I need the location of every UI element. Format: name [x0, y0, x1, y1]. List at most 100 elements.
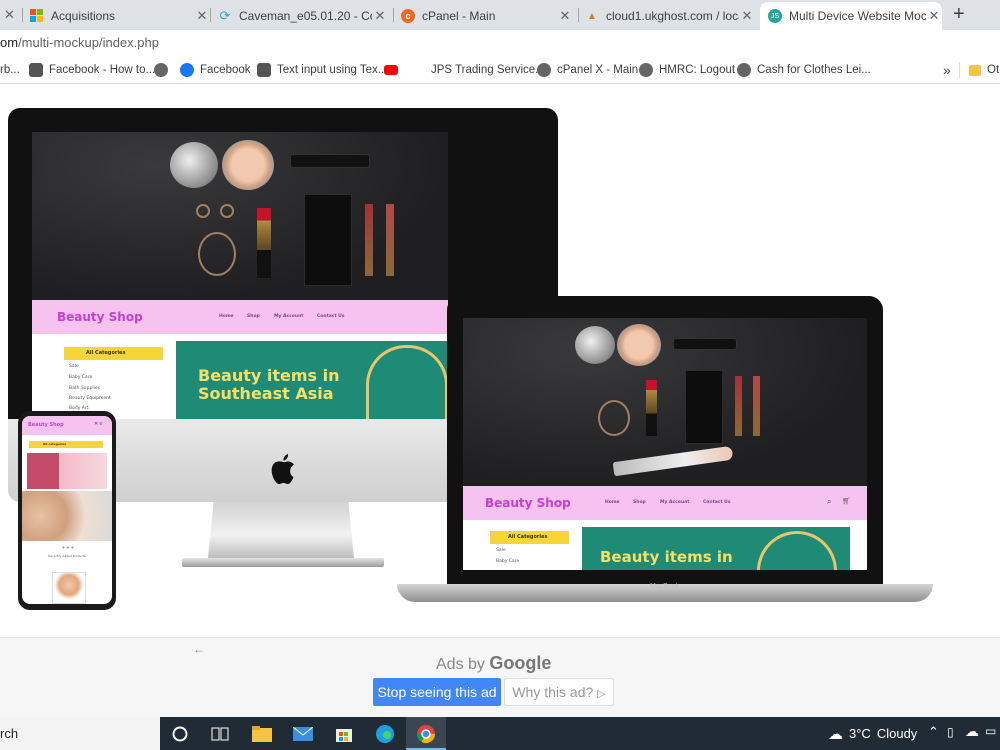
device-icon[interactable]: ▯: [947, 725, 954, 739]
macbook-screen: Beauty Shop Home Shop My Account Contact…: [463, 318, 867, 570]
all-categories-label: All categories: [43, 442, 67, 446]
eyeshadow-image: [304, 194, 352, 286]
weather-temp: 3°C: [849, 726, 871, 741]
bookmark-item[interactable]: Facebook: [180, 62, 251, 78]
close-icon[interactable]: ✕: [372, 8, 388, 24]
cloud-icon: ☁: [828, 725, 843, 743]
new-tab-icon[interactable]: +: [953, 3, 965, 26]
weather-widget[interactable]: ☁ 3°C Cloudy: [828, 717, 917, 750]
cortana-icon[interactable]: [168, 722, 192, 746]
stop-seeing-ad-button[interactable]: Stop seeing this ad: [373, 678, 501, 706]
nav-contact: Contact Us: [317, 314, 345, 319]
hero-image: [32, 132, 448, 300]
other-bookmarks[interactable]: Ot: [969, 62, 999, 78]
compact-mirror-image: [170, 142, 218, 188]
bookmark-item[interactable]: [384, 62, 404, 78]
onedrive-icon[interactable]: ☁: [965, 723, 979, 740]
bookmark-item[interactable]: [154, 62, 174, 78]
ad-footer: ← Ads by Google Stop seeing this ad Why …: [0, 637, 1000, 717]
bookmark-item[interactable]: cPanel X - Main: [537, 62, 638, 78]
task-view-icon[interactable]: [208, 722, 232, 746]
category-item: Baby Care: [69, 375, 93, 380]
edge-icon[interactable]: [373, 722, 397, 746]
bookmark-item[interactable]: Cash for Clothes Lei...: [737, 62, 871, 78]
tray-chevron-icon[interactable]: ⌃: [928, 724, 939, 740]
apple-logo-icon: [268, 452, 298, 486]
mail-icon[interactable]: [291, 722, 315, 746]
category-item: Baby Care: [496, 559, 520, 564]
youtube-icon: [384, 65, 398, 75]
all-categories-label: All Categories: [508, 534, 548, 540]
site-title: Beauty Shop: [28, 422, 64, 428]
bookmarks-bar: rb... Facebook - How to... Facebook Text…: [0, 56, 1000, 84]
bookmark-item[interactable]: Text input using Tex...: [257, 62, 387, 78]
bookmark-item[interactable]: rb...: [0, 62, 20, 78]
bookmark-label: JPS Trading Service...: [431, 64, 545, 76]
nav-account: My Account: [660, 500, 690, 505]
close-icon[interactable]: ✕: [739, 8, 755, 24]
button-label: Stop seeing this ad: [377, 684, 497, 700]
banner-line: Beauty items in: [198, 366, 340, 385]
chevron-double-icon: »: [943, 62, 951, 78]
banner-arch: [757, 531, 837, 570]
lipstick-image: [646, 380, 657, 436]
windows-logo-icon: [30, 9, 44, 23]
ads-by-label: Ads by: [436, 656, 485, 673]
mascara-image: [673, 338, 737, 350]
banner-line: Southeast Asia: [198, 384, 334, 404]
store-icon[interactable]: [332, 722, 356, 746]
tab-multi-device-mockup[interactable]: JS Multi Device Website Mockup ✕: [760, 2, 942, 30]
bookmark-label: cPanel X - Main: [557, 64, 639, 76]
promo-banner: Beauty items in: [582, 527, 850, 570]
hero-image: [463, 318, 867, 486]
tab-close-icon[interactable]: ✕: [4, 7, 15, 23]
tab-cpanel[interactable]: c cPanel - Main ✕: [401, 2, 573, 30]
category-item: Sale: [69, 364, 79, 369]
makeup-brush-image: [612, 445, 734, 477]
nav-home: Home: [605, 500, 620, 505]
page-icon: [257, 63, 271, 77]
more-bookmarks-button[interactable]: »: [943, 62, 951, 78]
bookmark-label: Cash for Clothes Lei...: [757, 64, 871, 76]
sync-icon: ⟳: [219, 8, 231, 23]
tab-phpmyadmin[interactable]: ▲ cloud1.ukghost.com / localho ✕: [585, 2, 755, 30]
why-this-ad-button[interactable]: Why this ad? ▷: [504, 678, 614, 706]
bookmark-item[interactable]: Facebook - How to...: [29, 62, 155, 78]
chrome-icon[interactable]: [414, 722, 438, 746]
bookmark-label: Facebook: [200, 64, 251, 76]
weather-text: Cloudy: [876, 726, 918, 741]
network-icon[interactable]: ▭: [985, 724, 996, 738]
category-item: Beauty Equipment: [69, 396, 111, 401]
nav-account: My Account: [274, 314, 304, 319]
close-icon[interactable]: ✕: [926, 8, 942, 24]
page-icon: [29, 63, 43, 77]
ring-image: [196, 204, 210, 218]
url-host: om: [0, 35, 19, 50]
back-arrow-icon[interactable]: ←: [193, 642, 205, 656]
banner-line: Beauty items in: [600, 548, 733, 566]
site-icon: JS: [768, 9, 782, 23]
google-logo: Google: [489, 653, 552, 673]
address-bar[interactable]: om/multi-mockup/index.php: [0, 30, 1000, 56]
bookmark-item[interactable]: HMRC: Logout: [639, 62, 735, 78]
bookmark-item[interactable]: JPS Trading Service...: [431, 62, 545, 78]
close-icon[interactable]: ✕: [557, 8, 573, 24]
ads-by-google: Ads by Google: [436, 653, 551, 674]
close-icon[interactable]: ✕: [194, 8, 210, 24]
bookmark-label: HMRC: Logout: [659, 64, 736, 76]
banner-arch: [366, 345, 448, 419]
all-categories: All categories: [29, 441, 103, 448]
eyeshadow-image: [685, 370, 723, 444]
macbook-label: MacBook: [650, 583, 680, 590]
powder-compact-image: [617, 324, 661, 366]
page-content: Beauty Shop Home Shop My Account Contact…: [0, 85, 1000, 638]
powder-compact-image: [222, 140, 274, 190]
taskbar-search[interactable]: rch: [0, 717, 160, 750]
info-arrow-icon: ▷: [597, 688, 606, 700]
tab-acquisitions[interactable]: Acquisitions ✕: [30, 2, 210, 30]
file-explorer-icon[interactable]: [250, 722, 274, 746]
compact-mirror-image: [575, 326, 615, 364]
tab-caveman[interactable]: ⟳ Caveman_e05.01.20 - Constru ✕: [218, 2, 388, 30]
imac-screen: Beauty Shop Home Shop My Account Contact…: [32, 132, 448, 419]
ring-image: [220, 204, 234, 218]
